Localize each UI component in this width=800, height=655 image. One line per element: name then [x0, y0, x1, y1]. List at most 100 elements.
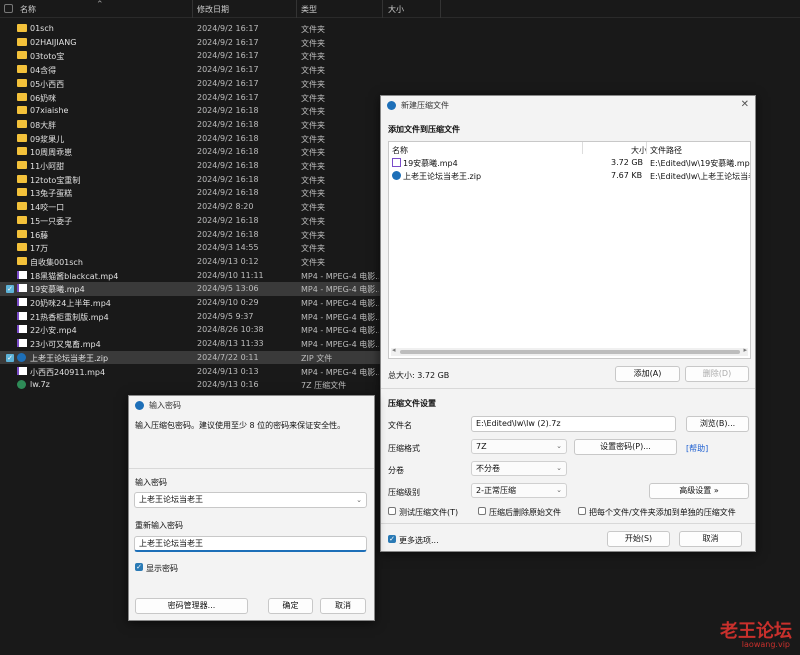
password-cancel-button[interactable]: 取消: [320, 598, 366, 614]
separate-archives-label[interactable]: 把每个文件/文件夹添加到单独的压缩文件: [589, 507, 736, 518]
list-item[interactable]: 06奶咪 2024/9/2 16:17 文件夹: [0, 91, 380, 105]
list-item[interactable]: 09浆果儿 2024/9/2 16:18 文件夹: [0, 132, 380, 146]
ok-button[interactable]: 确定: [268, 598, 313, 614]
archive-cancel-button[interactable]: 取消: [679, 531, 742, 547]
list-item[interactable]: 13兔子蛋糕 2024/9/2 16:18 文件夹: [0, 186, 380, 200]
confirm-password-input[interactable]: 上老王论坛当老王: [134, 536, 367, 552]
show-password-label[interactable]: 显示密码: [146, 563, 178, 574]
list-header-name[interactable]: 名称: [392, 145, 408, 156]
file-type: 文件夹: [301, 93, 325, 103]
horizontal-scrollbar[interactable]: ◂ ▸: [391, 346, 748, 356]
list-item[interactable]: 16藤 2024/9/2 16:18 文件夹: [0, 228, 380, 242]
start-button[interactable]: 开始(S): [607, 531, 670, 547]
advanced-settings-button[interactable]: 高级设置 »: [649, 483, 749, 499]
list-item[interactable]: 18黑猫酱blackcat.mp4 2024/9/10 11:11 MP4 - MP…: [0, 269, 380, 283]
test-archive-label[interactable]: 测试压缩文件(T): [399, 507, 458, 518]
list-item[interactable]: 21热香柜重制版.mp4 2024/9/5 9:37 MP4 - MPEG-4 电影…: [0, 310, 380, 324]
list-item[interactable]: 自收集001sch 2024/9/13 0:12 文件夹: [0, 255, 380, 269]
column-header: 名称 ⌃ 修改日期 类型 大小: [0, 0, 800, 18]
list-item[interactable]: 小西西240911.mp4 2024/9/13 0:13 MP4 - MPEG-4 …: [0, 365, 380, 379]
filename-label: 文件名: [388, 421, 412, 430]
test-archive-checkbox[interactable]: [388, 507, 396, 515]
archive-file-icon: [17, 380, 26, 390]
video-file-icon: [17, 339, 27, 348]
browse-button[interactable]: 浏览(B)...: [686, 416, 749, 432]
list-item[interactable]: 04含得 2024/9/2 16:17 文件夹: [0, 63, 380, 77]
more-options-checkbox[interactable]: ✓: [388, 535, 396, 543]
file-type: 文件夹: [301, 79, 325, 89]
archive-file-size: 7.67 KB: [611, 171, 643, 180]
set-password-button[interactable]: 设置密码(P)...: [574, 439, 677, 455]
list-item[interactable]: ✓ 19安慕曦.mp4 2024/9/5 13:06 MP4 - MPEG-4 电影.…: [0, 282, 380, 296]
header-name[interactable]: 名称: [20, 4, 36, 15]
folder-icon: [17, 78, 27, 87]
zip-file-icon: [17, 352, 26, 362]
delete-after-label[interactable]: 压缩后删除原始文件: [489, 507, 561, 518]
list-item[interactable]: 23小可又鬼畜.mp4 2024/8/13 11:33 MP4 - MPEG-4 电…: [0, 337, 380, 351]
split-label: 分卷: [388, 466, 404, 475]
add-button[interactable]: 添加(A): [615, 366, 680, 382]
list-item[interactable]: 03toto宝 2024/9/2 16:17 文件夹: [0, 49, 380, 63]
list-header-path[interactable]: 文件路径: [650, 145, 682, 156]
row-checkbox[interactable]: ✓: [6, 285, 14, 294]
list-item[interactable]: 15一只委子 2024/9/2 16:18 文件夹: [0, 214, 380, 228]
list-item[interactable]: 07xiaishe 2024/9/2 16:18 文件夹: [0, 104, 380, 118]
split-select[interactable]: 不分卷 ⌄: [471, 461, 567, 476]
file-name: 23小可又鬼畜.mp4: [30, 340, 101, 350]
folder-icon: [17, 161, 27, 169]
separate-archives-checkbox[interactable]: [578, 507, 586, 515]
password-input[interactable]: 上老王论坛当老王 ⌄: [134, 492, 367, 508]
remove-button[interactable]: 删除(D): [685, 366, 749, 382]
show-password-checkbox[interactable]: ✓: [135, 563, 143, 571]
video-file-icon: [392, 158, 401, 167]
folder-icon: [17, 119, 27, 128]
more-options-label[interactable]: 更多选项...: [399, 535, 439, 546]
archive-file-list[interactable]: 名称 大小 文件路径 19安慕曦.mp4 3.72 GB E:\Edited\lw\…: [388, 141, 751, 359]
password-manager-button[interactable]: 密码管理器...: [135, 598, 248, 614]
scrollbar-thumb[interactable]: [400, 350, 740, 354]
level-select[interactable]: 2-正常压缩 ⌄: [471, 483, 567, 498]
help-link[interactable]: [帮助]: [686, 443, 708, 454]
list-item[interactable]: ✓ 上老王论坛当老王.zip 2024/7/22 0:11 ZIP 文件: [0, 350, 380, 365]
scroll-right-icon[interactable]: ▸: [743, 346, 747, 354]
file-date: 2024/9/2 16:18: [197, 119, 259, 129]
file-name: 小西西240911.mp4: [30, 367, 106, 377]
list-item[interactable]: 20奶咪24上半年.mp4 2024/9/10 0:29 MP4 - MPEG-4 …: [0, 296, 380, 310]
header-modified[interactable]: 修改日期: [197, 4, 229, 15]
scroll-left-icon[interactable]: ◂: [392, 346, 396, 354]
list-item[interactable]: 11小阿甜 2024/9/2 16:18 文件夹: [0, 159, 380, 173]
file-date: 2024/9/3 14:55: [197, 243, 259, 253]
format-select[interactable]: 7Z ⌄: [471, 439, 567, 454]
header-type[interactable]: 类型: [301, 4, 317, 15]
list-item[interactable]: 01sch 2024/9/2 16:17 文件夹: [0, 22, 380, 36]
list-item[interactable]: 05小西西 2024/9/2 16:17 文件夹: [0, 77, 380, 91]
file-date: 2024/9/10 11:11: [197, 270, 264, 280]
list-item[interactable]: 10周周乖崽 2024/9/2 16:18 文件夹: [0, 145, 380, 159]
list-item[interactable]: 02HAIJIANG 2024/9/2 16:17 文件夹: [0, 36, 380, 50]
file-type: 文件夹: [301, 216, 325, 226]
file-type: MP4 - MPEG-4 电影...: [301, 312, 379, 322]
list-header-size[interactable]: 大小: [631, 145, 647, 156]
chevron-down-icon: ⌄: [556, 442, 562, 450]
file-type: 文件夹: [301, 257, 325, 267]
filename-input[interactable]: E:\Edited\lw\lw (2).7z: [471, 416, 676, 432]
chevron-down-icon[interactable]: ⌄: [356, 493, 362, 507]
row-checkbox[interactable]: ✓: [6, 353, 14, 362]
file-type: 7Z 压缩文件: [301, 381, 347, 391]
file-type: 文件夹: [301, 162, 325, 171]
list-item[interactable]: 12toto宝重制 2024/9/2 16:18 文件夹: [0, 173, 380, 187]
list-item[interactable]: 17万 2024/9/3 14:55 文件夹: [0, 241, 380, 255]
select-all-checkbox[interactable]: [4, 4, 13, 13]
folder-icon: [17, 65, 27, 74]
delete-after-checkbox[interactable]: [478, 507, 486, 515]
close-icon[interactable]: ✕: [741, 99, 749, 110]
file-type: 文件夹: [301, 25, 325, 34]
list-item[interactable]: 22小安.mp4 2024/8/26 10:38 MP4 - MPEG-4 电影..…: [0, 323, 380, 337]
file-name: 09浆果儿: [30, 134, 65, 144]
file-type: MP4 - MPEG-4 电影...: [301, 271, 379, 281]
list-item[interactable]: 14咬一口 2024/9/2 8:20 文件夹: [0, 200, 380, 214]
list-item[interactable]: 08大胖 2024/9/2 16:18 文件夹: [0, 118, 380, 132]
video-file-icon: [17, 270, 27, 279]
list-item[interactable]: lw.7z 2024/9/13 0:16 7Z 压缩文件: [0, 378, 380, 392]
header-size[interactable]: 大小: [388, 4, 404, 15]
